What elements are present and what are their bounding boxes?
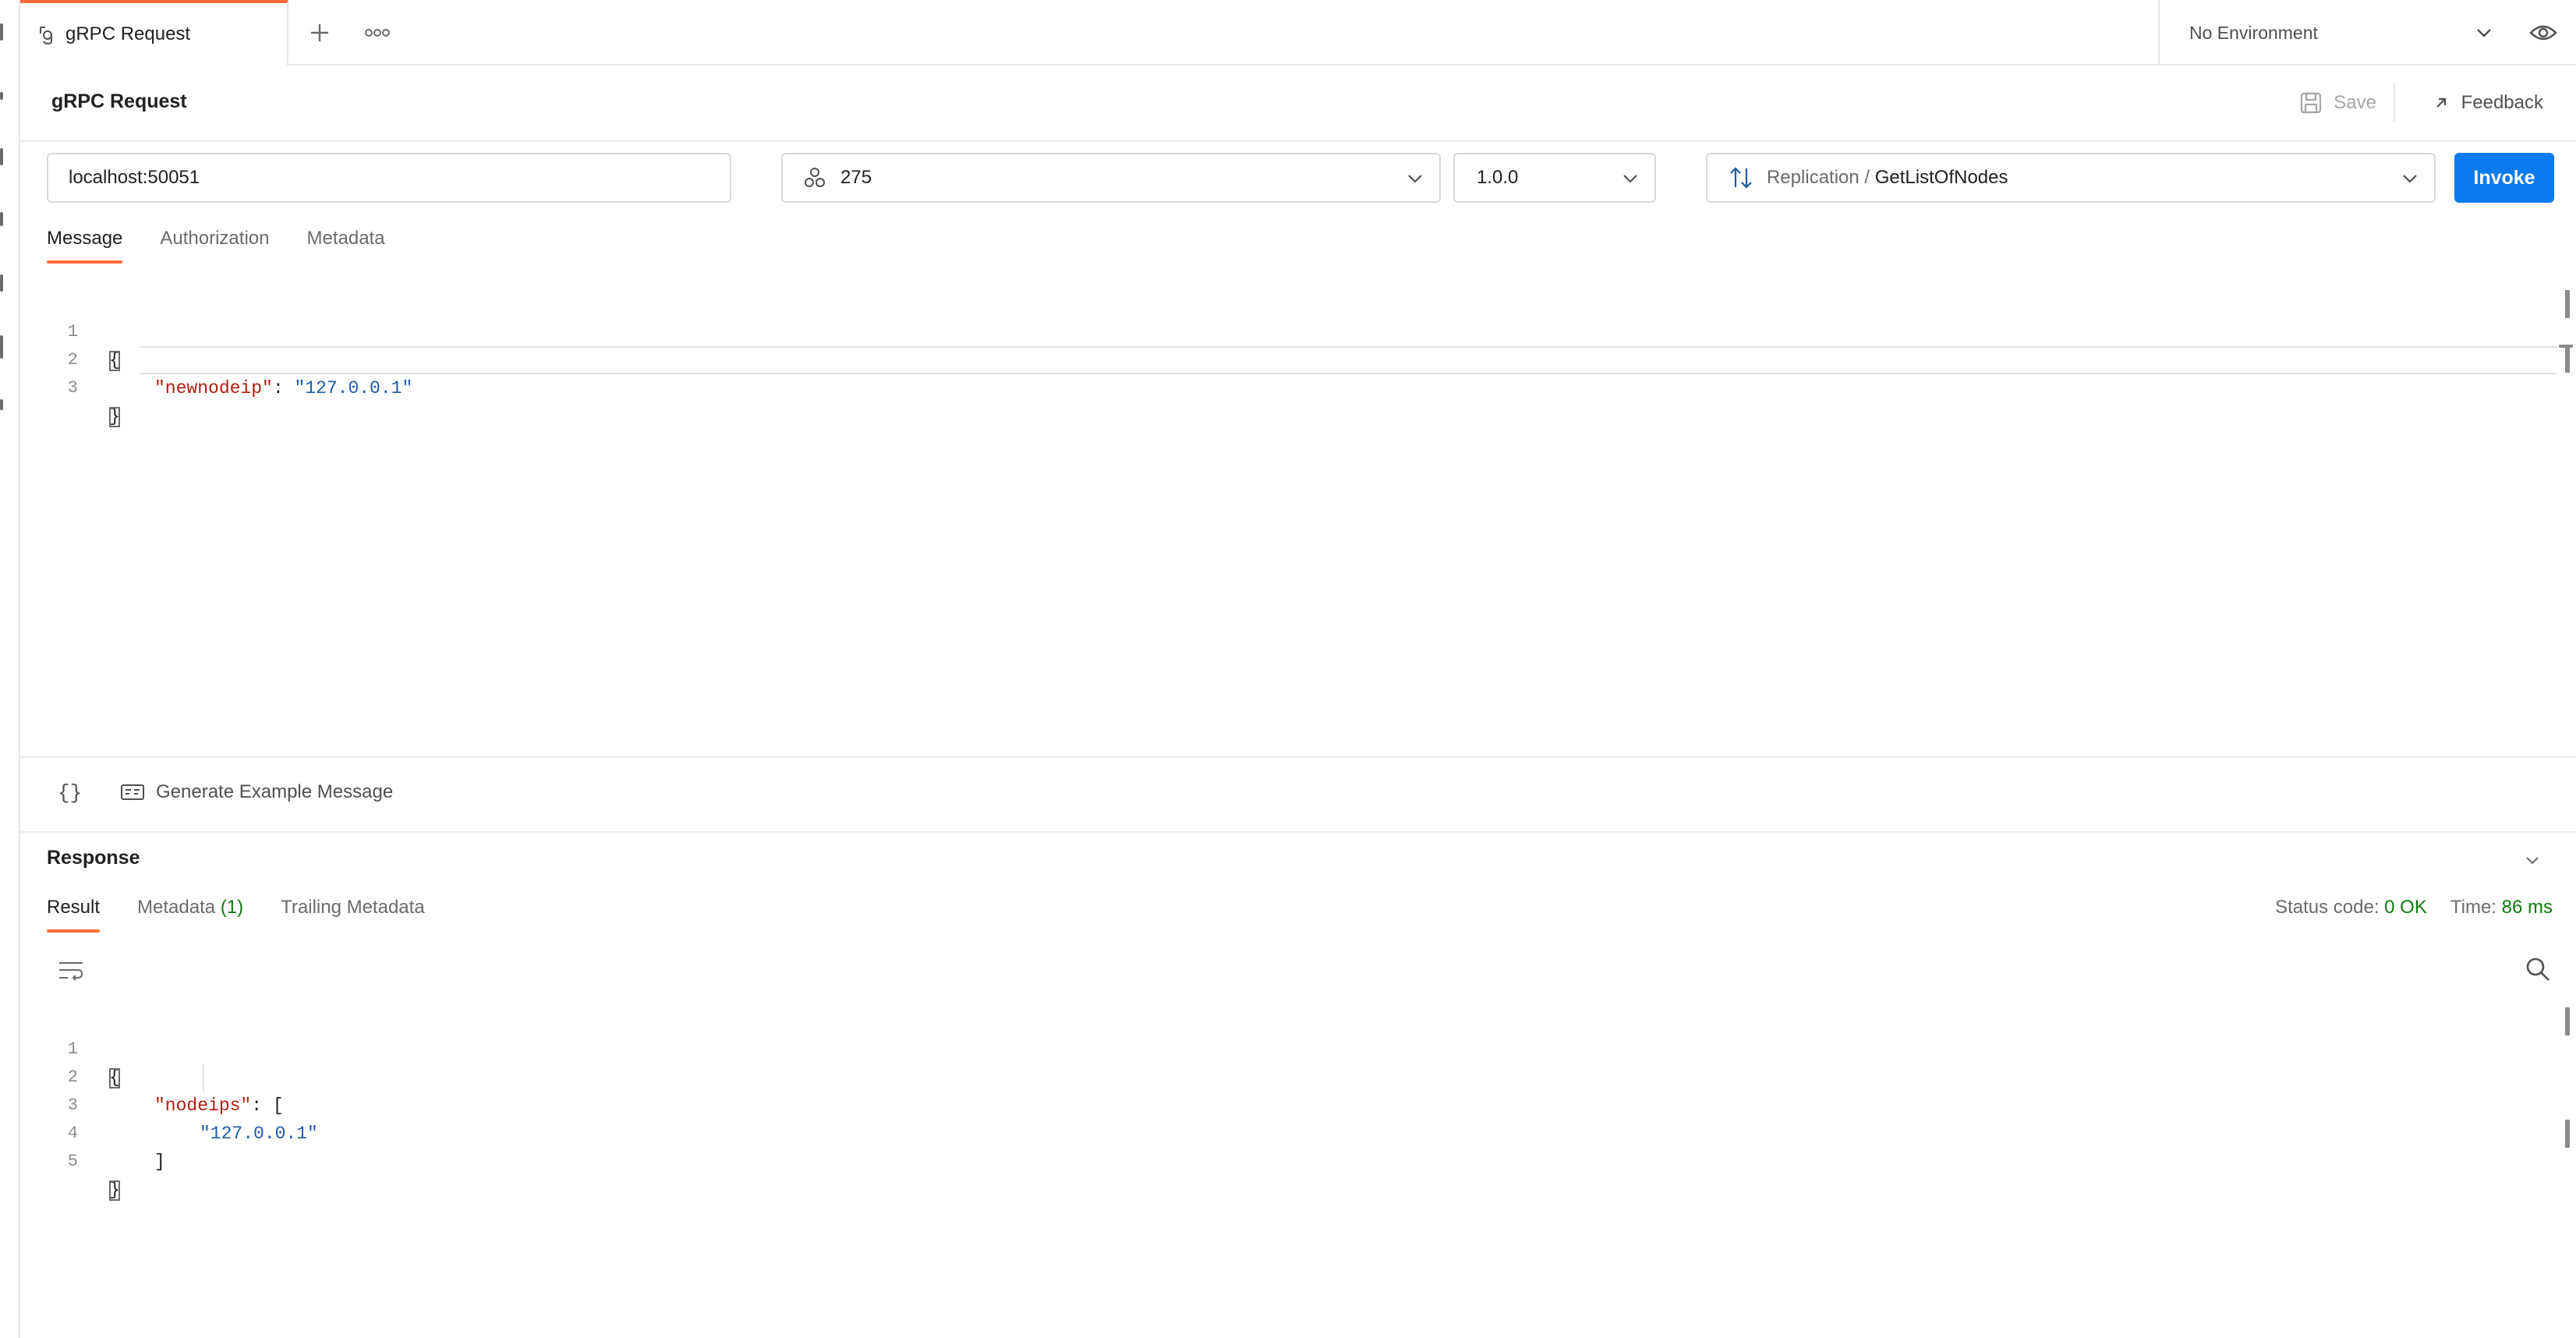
more-options-icon bbox=[365, 29, 390, 37]
sidebar-marker[interactable] bbox=[0, 23, 3, 41]
proto-label: 275 bbox=[840, 167, 872, 188]
code-line: 3 "127.0.0.1" bbox=[47, 1064, 2557, 1144]
tab-message[interactable]: Message bbox=[47, 228, 123, 264]
method-selector[interactable]: Replication / GetListOfNodes bbox=[1706, 153, 2436, 203]
save-button[interactable]: Save bbox=[2299, 87, 2376, 119]
scrollbar-marker[interactable] bbox=[2565, 1120, 2570, 1148]
sidebar-marker[interactable] bbox=[0, 335, 3, 359]
request-tabs: Message Authorization Metadata bbox=[47, 228, 385, 264]
json-key: "newnodeip" bbox=[154, 378, 273, 398]
metadata-count-badge: (1) bbox=[220, 897, 244, 918]
tab-response-metadata-label: Metadata bbox=[137, 897, 216, 918]
tab-authorization[interactable]: Authorization bbox=[160, 228, 269, 264]
version-label: 1.0.0 bbox=[1477, 167, 1519, 188]
bidirectional-arrows-icon bbox=[1730, 167, 1752, 189]
matched-brace: } bbox=[109, 1180, 120, 1201]
code-line: 2 "nodeips": [ bbox=[47, 1035, 2557, 1116]
more-tabs-button[interactable] bbox=[362, 17, 393, 48]
sidebar-marker[interactable] bbox=[0, 212, 3, 226]
generate-label: Generate Example Message bbox=[156, 781, 394, 802]
eye-icon[interactable] bbox=[2529, 20, 2557, 45]
chevron-down-icon bbox=[1623, 175, 1637, 183]
feedback-button[interactable]: Feedback bbox=[2433, 87, 2543, 119]
chevron-down-icon bbox=[2403, 175, 2417, 183]
response-status: Status code: 0 OK Time: 86 ms bbox=[2275, 897, 2553, 919]
search-icon[interactable] bbox=[2525, 956, 2551, 982]
method-service: Replication / bbox=[1767, 167, 1875, 188]
tab-metadata[interactable]: Metadata bbox=[306, 228, 384, 264]
status-value: 0 OK bbox=[2384, 897, 2427, 918]
response-tabs: Result Metadata (1) Trailing Metadata bbox=[47, 897, 425, 933]
scrollbar-marker[interactable] bbox=[2565, 290, 2570, 318]
code-line: 1 { bbox=[47, 290, 2557, 371]
response-title: Response bbox=[47, 847, 140, 869]
feedback-label: Feedback bbox=[2461, 92, 2543, 113]
line-number: 3 bbox=[67, 378, 78, 398]
proto-selector[interactable]: 275 bbox=[781, 153, 1441, 203]
request-header: gRPC Request Save Feedback bbox=[20, 65, 2576, 142]
tab-result[interactable]: Result bbox=[47, 897, 101, 933]
cursor-position-marker bbox=[2559, 345, 2573, 348]
chevron-down-icon[interactable] bbox=[2521, 850, 2543, 872]
json-close-bracket: ] bbox=[154, 1152, 165, 1172]
time-label: Time: bbox=[2450, 897, 2496, 918]
status-code: Status code: 0 OK bbox=[2275, 897, 2427, 919]
word-wrap-icon[interactable] bbox=[58, 959, 84, 982]
environment-label: No Environment bbox=[2189, 22, 2318, 43]
proto-icon bbox=[805, 168, 825, 187]
time-value: 86 ms bbox=[2501, 897, 2553, 918]
message-editor[interactable]: 1 { 2 "newnodeip": "127.0.0.1" 3 } bbox=[47, 290, 2557, 427]
request-title: gRPC Request bbox=[51, 90, 187, 112]
tab-bar: gRPC Request No Environment bbox=[20, 0, 2576, 65]
scrollbar-marker[interactable] bbox=[2565, 346, 2570, 373]
grpc-icon bbox=[37, 23, 55, 45]
status-label: Status code: bbox=[2275, 897, 2380, 918]
beautify-button[interactable]: {} bbox=[58, 781, 82, 805]
chevron-down-icon bbox=[2477, 29, 2491, 37]
server-url-input[interactable] bbox=[47, 153, 731, 203]
environment-selector[interactable]: No Environment bbox=[2158, 0, 2576, 65]
sidebar-marker[interactable] bbox=[0, 399, 3, 410]
method-name: GetListOfNodes bbox=[1874, 167, 2008, 188]
matched-brace: } bbox=[109, 406, 120, 427]
header-divider bbox=[2394, 83, 2395, 122]
tab-trailing-metadata[interactable]: Trailing Metadata bbox=[281, 897, 425, 933]
plus-icon bbox=[311, 24, 328, 41]
response-time: Time: 86 ms bbox=[2450, 897, 2553, 919]
code-line: 5 } bbox=[47, 1120, 2557, 1201]
example-message-icon bbox=[121, 784, 144, 800]
arrow-up-right-icon bbox=[2436, 97, 2446, 108]
chevron-down-icon bbox=[1408, 175, 1422, 183]
new-tab-button[interactable] bbox=[304, 17, 335, 48]
left-sidebar-strip bbox=[0, 0, 20, 1338]
code-line: 3 } bbox=[47, 346, 2557, 427]
sidebar-marker[interactable] bbox=[0, 148, 3, 165]
invoke-button[interactable]: Invoke bbox=[2454, 153, 2554, 203]
json-separator: : bbox=[272, 378, 295, 398]
generate-example-button[interactable]: Generate Example Message bbox=[120, 781, 393, 803]
code-line: 4 ] bbox=[47, 1092, 2557, 1172]
sidebar-marker[interactable] bbox=[0, 92, 3, 100]
grpc-client-window: gRPC Request No Environment gRPC Request… bbox=[0, 0, 2576, 1338]
version-selector[interactable]: 1.0.0 bbox=[1453, 153, 1656, 203]
tab-label: gRPC Request bbox=[65, 23, 191, 44]
tab-grpc-request[interactable]: gRPC Request bbox=[20, 0, 288, 65]
response-viewer[interactable]: 1 { 2 "nodeips": [ 3 "127.0.0.1" 4 ] 5 } bbox=[47, 1007, 2557, 1201]
json-string-value: "127.0.0.1" bbox=[294, 378, 413, 398]
save-label: Save bbox=[2334, 92, 2376, 113]
save-icon bbox=[2301, 92, 2322, 114]
message-footer: {} Generate Example Message bbox=[20, 756, 2576, 833]
sidebar-marker[interactable] bbox=[0, 274, 3, 292]
code-line: 1 { bbox=[47, 1007, 2557, 1088]
tab-response-metadata[interactable]: Metadata (1) bbox=[137, 897, 243, 933]
scrollbar-marker[interactable] bbox=[2565, 1007, 2570, 1035]
code-line: 2 "newnodeip": "127.0.0.1" bbox=[47, 318, 2557, 398]
line-number: 5 bbox=[67, 1152, 78, 1171]
